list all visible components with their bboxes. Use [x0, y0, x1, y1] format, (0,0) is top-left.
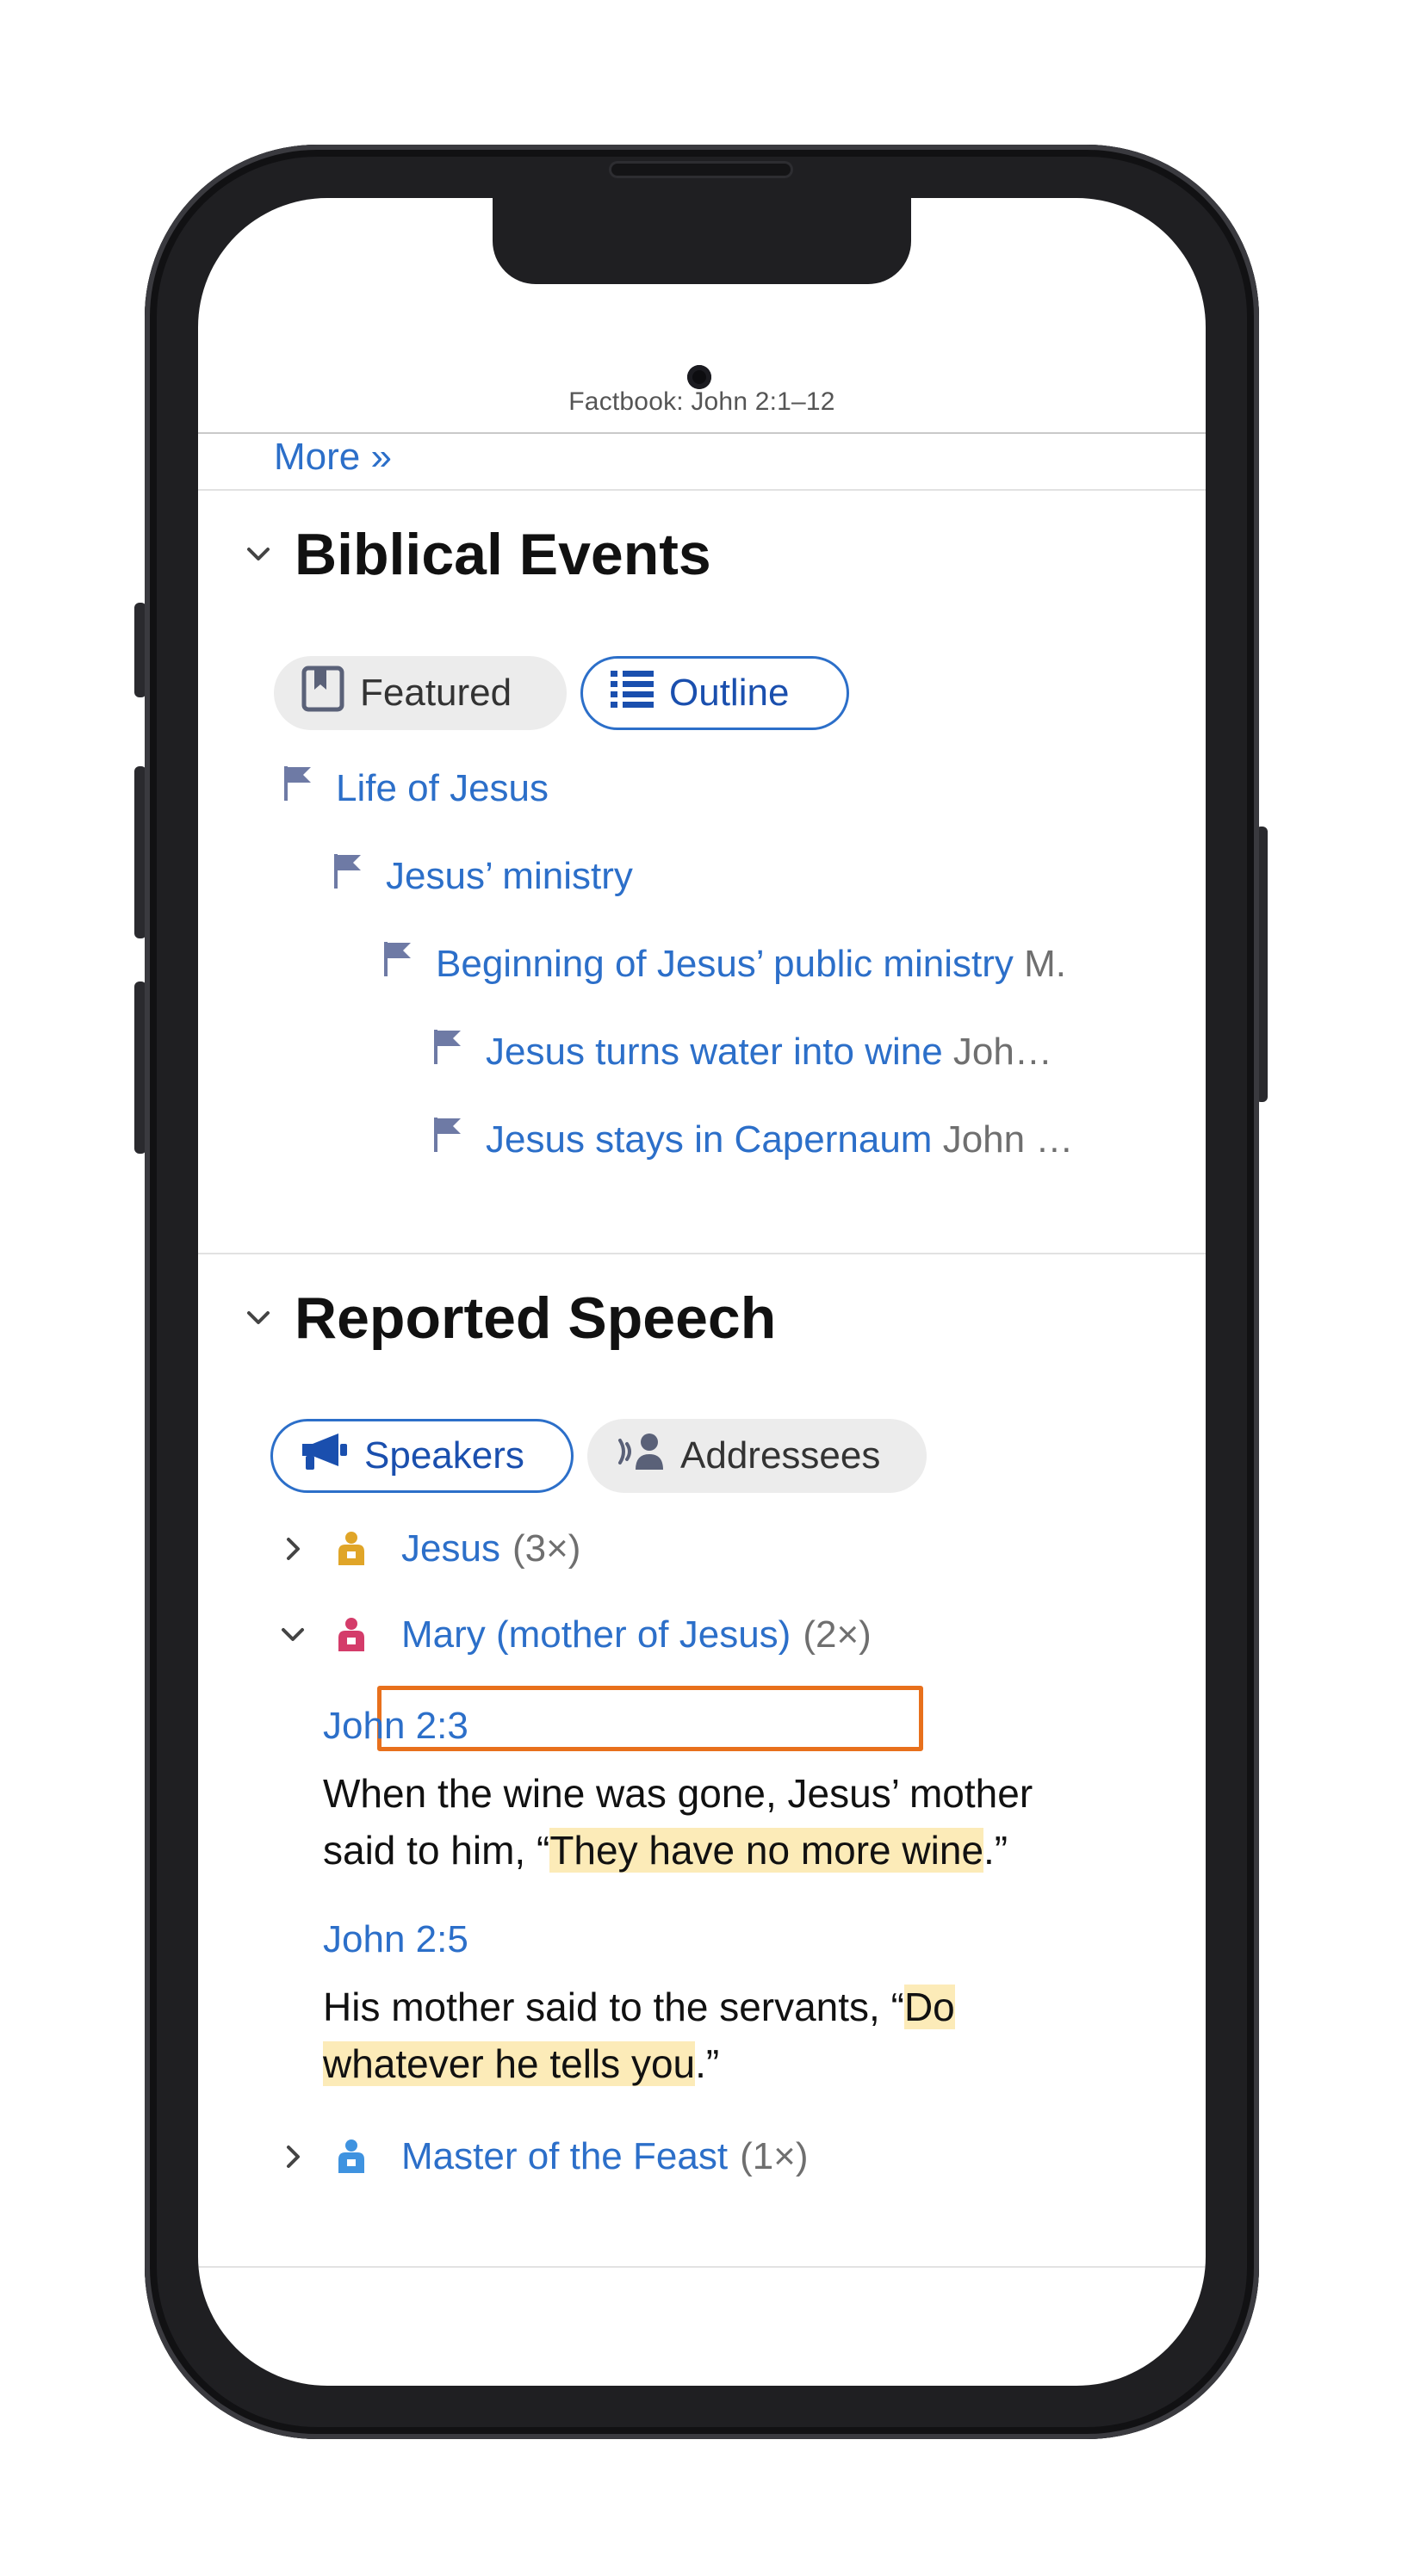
flag-icon [332, 852, 363, 900]
front-camera [687, 365, 711, 389]
addressees-toggle[interactable]: Addressees [587, 1419, 927, 1493]
outline-toggle[interactable]: Outline [580, 656, 849, 730]
verse-text: His mother said to the servants, “Do wha… [323, 1978, 1081, 2092]
speaker-row-jesus[interactable]: Jesus (3×) [276, 1527, 580, 1570]
quote-highlight: They have no more wine [549, 1828, 984, 1873]
chevron-down-icon [243, 1303, 274, 1334]
megaphone-icon [301, 1432, 349, 1481]
flag-icon [432, 1116, 463, 1163]
speaker-name: Jesus [401, 1527, 500, 1570]
verse-ref-link[interactable]: John 2:5 [323, 1918, 468, 1961]
chevron-down-icon [276, 1618, 310, 1652]
verse-ref-link[interactable]: John 2:3 [323, 1705, 468, 1748]
header-divider [198, 432, 1206, 434]
speaker-row-mary[interactable]: Mary (mother of Jesus) (2×) [276, 1613, 872, 1656]
outline-item[interactable]: Jesus turns water into wine Joh… [432, 1028, 1052, 1075]
addressees-label: Addressees [680, 1434, 881, 1477]
speaker-count: (3×) [512, 1527, 581, 1570]
reported-speech-header[interactable]: Reported Speech [243, 1285, 776, 1352]
verse-text-after: .” [695, 2041, 720, 2086]
event-ref: John … [942, 1118, 1074, 1161]
section-divider [198, 489, 1206, 491]
section-title: Reported Speech [295, 1285, 777, 1351]
speakers-toggle[interactable]: Speakers [270, 1419, 574, 1493]
flag-icon [382, 940, 413, 988]
event-ref: M. [1024, 942, 1067, 985]
speaker-count: (1×) [740, 2135, 809, 2177]
phone-frame: Factbook: John 2:1–12 More » Biblical Ev… [145, 145, 1259, 2439]
featured-toggle[interactable]: Featured [274, 656, 567, 730]
event-label: Life of Jesus [336, 766, 549, 809]
flag-icon [432, 1028, 463, 1075]
person-icon [334, 1616, 369, 1654]
speaker-name: Mary (mother of Jesus) [401, 1613, 791, 1656]
bookmark-icon [301, 666, 344, 721]
person-icon [334, 1530, 369, 1568]
section-title: Biblical Events [295, 522, 711, 587]
event-ref: Joh… [952, 1030, 1052, 1073]
addressee-icon [615, 1432, 665, 1481]
outline-label: Outline [669, 672, 790, 714]
outline-item[interactable]: Jesus stays in Capernaum John … [432, 1116, 1073, 1163]
outline-item[interactable]: Beginning of Jesus’ public ministry M. [382, 940, 1066, 988]
more-link[interactable]: More » [274, 436, 392, 479]
verse-text-after: .” [983, 1828, 1008, 1873]
section-divider [198, 1253, 1206, 1254]
featured-label: Featured [360, 672, 512, 714]
chevron-right-icon [276, 1532, 310, 1566]
speakers-label: Speakers [364, 1434, 524, 1477]
list-icon [611, 669, 654, 718]
section-divider [198, 2266, 1206, 2268]
speaker-count: (2×) [803, 1613, 872, 1656]
verse-text: When the wine was gone, Jesus’ mother sa… [323, 1765, 1081, 1879]
event-label: Jesus’ ministry [386, 854, 633, 897]
person-icon [334, 2138, 369, 2176]
notch [493, 198, 911, 284]
screen: Factbook: John 2:1–12 More » Biblical Ev… [198, 198, 1206, 2386]
event-label: Beginning of Jesus’ public ministry [436, 942, 1014, 985]
event-label: Jesus stays in Capernaum [486, 1118, 933, 1161]
outline-item[interactable]: Life of Jesus [282, 765, 549, 812]
page-header-title: Factbook: John 2:1–12 [568, 387, 835, 416]
flag-icon [282, 765, 313, 812]
verse-text-before: His mother said to the servants, “ [323, 1985, 904, 2029]
speaker-row-master-of-feast[interactable]: Master of the Feast (1×) [276, 2135, 809, 2178]
chevron-down-icon [243, 539, 274, 570]
speaker-name: Master of the Feast [401, 2135, 729, 2177]
chevron-right-icon [276, 2139, 310, 2174]
biblical-events-header[interactable]: Biblical Events [243, 521, 711, 588]
earpiece-speaker [611, 164, 791, 176]
outline-item[interactable]: Jesus’ ministry [332, 852, 633, 900]
event-label: Jesus turns water into wine [486, 1030, 943, 1073]
